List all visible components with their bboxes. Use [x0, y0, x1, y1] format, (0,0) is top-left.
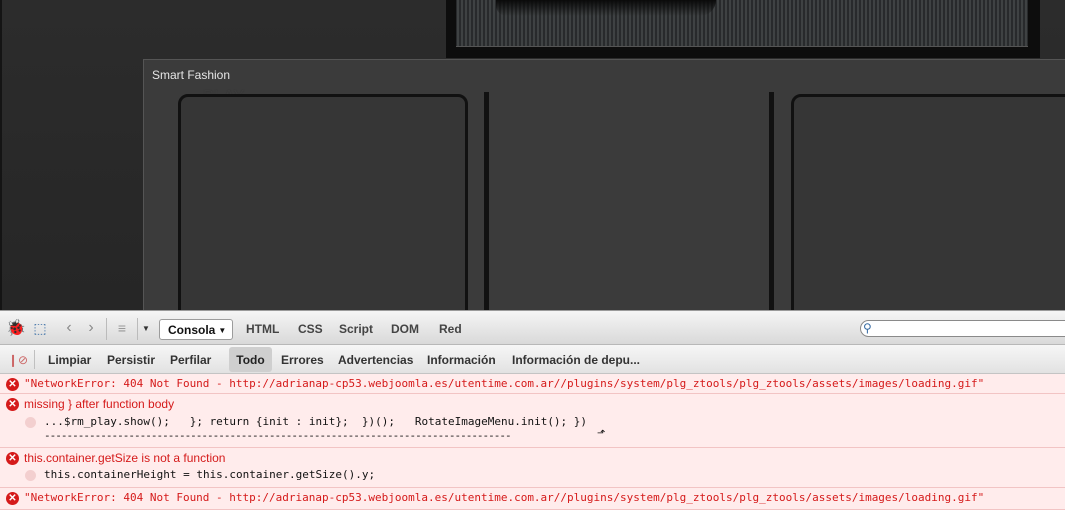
menu-panel-left[interactable] [178, 94, 468, 310]
firebug-icon[interactable]: 🐞 [6, 320, 26, 337]
log-source[interactable]: this.containerHeight = this.container.ge… [44, 468, 375, 481]
tab-console-label: Consola [168, 323, 216, 337]
log-message[interactable]: "NetworkError: 404 Not Found - http://ad… [24, 377, 984, 390]
tab-console[interactable]: Consola ▼ [159, 319, 233, 340]
tab-dom[interactable]: DOM [391, 322, 419, 336]
filter-separator [34, 350, 35, 369]
forward-arrow-icon[interactable]: › [84, 319, 98, 336]
error-icon: ✕ [6, 378, 19, 391]
log-entry[interactable]: ✕ this.container.getSize is not a functi… [0, 448, 1065, 488]
log-message[interactable]: missing } after function body [24, 397, 174, 411]
breakpoint-icon[interactable] [25, 470, 36, 481]
log-message[interactable]: "NetworkError: 404 Not Found - http://ad… [24, 491, 984, 504]
error-icon: ✕ [6, 492, 19, 505]
search-input[interactable]: ⚲ [860, 320, 1065, 337]
panel-divider [769, 92, 774, 310]
log-message[interactable]: this.container.getSize is not a function [24, 451, 225, 465]
modal-title: Smart Fashion [152, 68, 231, 82]
filter-errors-button[interactable]: Errores [281, 353, 324, 367]
filter-info-button[interactable]: Información [427, 353, 496, 367]
search-icon: ⚲ [863, 321, 872, 335]
error-caret-icon: ⬏ [597, 428, 606, 439]
log-source[interactable]: ...$rm_play.show(); }; return {init : in… [44, 415, 587, 428]
breakpoint-icon[interactable] [25, 417, 36, 428]
tab-net[interactable]: Red [439, 322, 462, 336]
tab-script[interactable]: Script [339, 322, 373, 336]
hero-image [446, 0, 1040, 58]
break-on-errors-icon[interactable]: ❙⊘ [8, 353, 28, 367]
persist-button[interactable]: Persistir [107, 353, 155, 367]
hero-image-content [456, 0, 1028, 47]
filter-warnings-button[interactable]: Advertencias [338, 353, 413, 367]
page-edge [0, 0, 2, 310]
error-icon: ✕ [6, 398, 19, 411]
log-source-underline: ----------------------------------------… [44, 429, 512, 442]
log-entry[interactable]: ✕ missing } after function body ...$rm_p… [0, 394, 1065, 448]
toolbar-separator [137, 318, 138, 340]
filter-all-button[interactable]: Todo [229, 347, 272, 372]
log-entry[interactable]: ✕ "NetworkError: 404 Not Found - http://… [0, 374, 1065, 394]
back-arrow-icon[interactable]: ‹ [62, 319, 76, 336]
options-menu-icon[interactable]: ▼ [141, 320, 151, 336]
inspect-element-icon[interactable]: ⬚ [30, 320, 50, 336]
tab-css[interactable]: CSS [298, 322, 323, 336]
toolbar-separator [106, 318, 107, 340]
firebug-toolbar: 🐞 ⬚ ‹ › ≡ ▼ Consola ▼ HTML CSS Script DOM… [0, 310, 1065, 345]
console-filter-bar: ❙⊘ Limpiar Persistir Perfilar Todo Error… [0, 345, 1065, 374]
chevron-down-icon: ▼ [218, 326, 227, 335]
log-entry[interactable]: ✕ "NetworkError: 404 Not Found - http://… [0, 488, 1065, 510]
command-line-icon[interactable]: ≡ [114, 320, 130, 336]
panel-divider [484, 92, 489, 310]
profile-button[interactable]: Perfilar [170, 353, 211, 367]
menu-panel-right[interactable] [791, 94, 1065, 310]
filter-debug-button[interactable]: Información de depu... [512, 353, 640, 367]
error-icon: ✕ [6, 452, 19, 465]
firebug-panel: 🐞 ⬚ ‹ › ≡ ▼ Consola ▼ HTML CSS Script DOM… [0, 310, 1065, 518]
smart-fashion-modal: Smart Fashion PLAY [143, 59, 1065, 310]
tab-html[interactable]: HTML [246, 322, 279, 336]
console-log: ✕ "NetworkError: 404 Not Found - http://… [0, 374, 1065, 518]
clear-button[interactable]: Limpiar [48, 353, 91, 367]
web-page: Smart Fashion PLAY [0, 0, 1065, 310]
